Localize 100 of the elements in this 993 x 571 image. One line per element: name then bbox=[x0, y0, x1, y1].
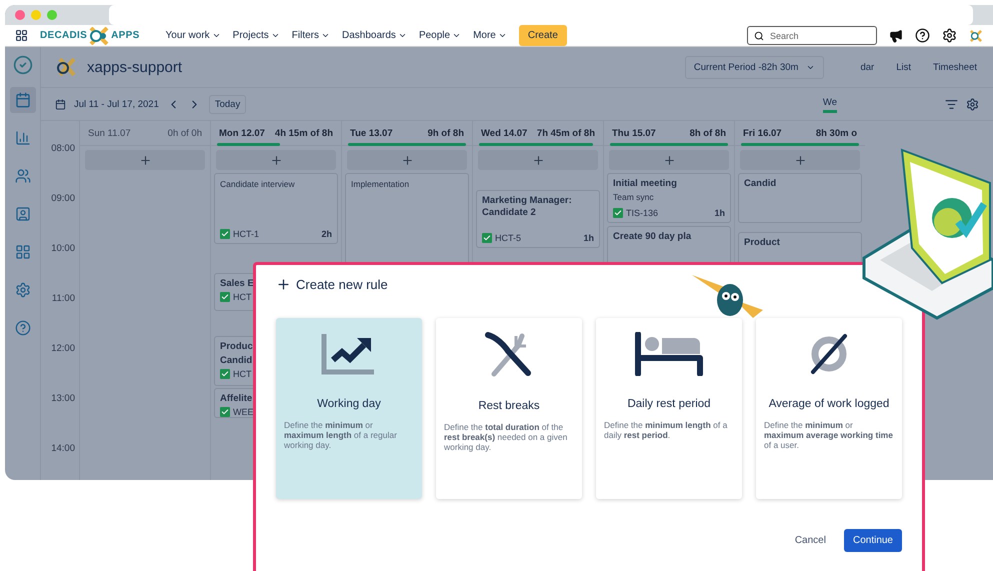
logo-icon[interactable] bbox=[969, 28, 983, 42]
today-button[interactable]: Today bbox=[208, 94, 246, 114]
issue-key: HCT bbox=[233, 292, 252, 302]
cancel-button[interactable]: Cancel bbox=[786, 529, 834, 552]
day-total: 9h of 8h bbox=[428, 128, 464, 138]
checkbox-icon bbox=[220, 292, 230, 302]
plus-icon bbox=[276, 277, 291, 292]
nav-menu-item[interactable]: Filters bbox=[292, 30, 330, 41]
rule-option-card[interactable]: Average of work logged Define the minimum or maximum average working time of a user. bbox=[756, 318, 902, 499]
rule-option-card[interactable]: Rest breaks Define the total duration of the rest break(s) needed on a given working day. bbox=[436, 318, 582, 499]
view-tab[interactable]: List bbox=[890, 62, 917, 72]
issue-key: WEE bbox=[233, 407, 254, 417]
issue-key: HCT bbox=[233, 368, 252, 378]
nav-menu-item[interactable]: More bbox=[473, 30, 507, 41]
megaphone-icon[interactable] bbox=[889, 28, 903, 42]
plus-icon bbox=[662, 154, 676, 166]
event-title: Implementation bbox=[351, 178, 410, 190]
grid-icon bbox=[14, 244, 30, 260]
logo-text: APPS bbox=[111, 30, 140, 41]
view-tab[interactable]: Timesheet bbox=[927, 62, 983, 72]
settings-icon[interactable] bbox=[942, 28, 957, 43]
day-total: 8h of 8h bbox=[690, 128, 726, 138]
rule-option-card[interactable]: Daily rest period Define the minimum length of a daily rest period. bbox=[596, 318, 742, 499]
checkbox-icon bbox=[220, 407, 230, 417]
time-label: 09:00 bbox=[50, 193, 76, 206]
nav-menu-item[interactable]: Dashboards bbox=[342, 30, 407, 41]
plus-icon bbox=[532, 154, 544, 166]
settings-icon bbox=[14, 282, 30, 298]
card-description: Define the minimum or maximum average working time of a user. bbox=[764, 420, 894, 450]
card-description: Define the minimum or maximum length of a regular working day. bbox=[284, 420, 398, 450]
day-label: Sun 11.07 bbox=[88, 128, 131, 138]
chevron-down-icon bbox=[452, 31, 462, 40]
card-title: Daily rest period bbox=[627, 398, 711, 410]
day-label: Fri 16.07 bbox=[743, 128, 782, 138]
event-card[interactable]: Marketing Manager: Candidate 2 HCT-5 1h bbox=[476, 190, 600, 248]
event-title: Sales E bbox=[220, 278, 254, 290]
week-tab[interactable]: We bbox=[822, 95, 837, 113]
nav-menu-item[interactable]: People bbox=[418, 30, 462, 41]
plus-icon bbox=[270, 154, 282, 166]
issue-key: HCT-1 bbox=[233, 229, 260, 239]
calendar-icon bbox=[14, 92, 30, 108]
time-label: 14:00 bbox=[50, 443, 76, 456]
event-title: Affelite bbox=[220, 393, 252, 405]
event-subtitle: Team sync bbox=[613, 192, 654, 202]
chevron-down-icon bbox=[270, 31, 280, 40]
chevron-down-icon bbox=[398, 31, 407, 40]
minimize-dot-icon bbox=[31, 10, 41, 20]
day-total: 8h 30m o bbox=[816, 128, 857, 138]
project-title: xapps-support bbox=[87, 58, 182, 76]
search-field[interactable]: Search bbox=[747, 26, 877, 45]
period-dropdown[interactable]: Current Period -82h 30m bbox=[684, 56, 824, 78]
search-icon bbox=[754, 31, 764, 41]
day-total: 0h of 0h bbox=[168, 128, 202, 138]
event-title: Candid bbox=[744, 178, 776, 190]
rule-option-card[interactable]: Working day Define the minimum or maximum length of a regular working day. bbox=[276, 318, 422, 499]
plus-icon bbox=[400, 154, 414, 166]
bar-chart-icon bbox=[14, 130, 30, 146]
card-title: Average of work logged bbox=[768, 398, 890, 410]
continue-button[interactable]: Continue bbox=[844, 529, 902, 552]
time-label: 13:00 bbox=[50, 393, 76, 406]
card-title: Rest breaks bbox=[478, 400, 540, 412]
event-card[interactable]: Candid bbox=[738, 173, 862, 223]
event-duration: 2h bbox=[321, 229, 332, 239]
event-card[interactable]: Initial meeting Team sync TIS-136 1h bbox=[607, 173, 731, 223]
checkbox-icon bbox=[482, 233, 492, 243]
event-title: Product bbox=[744, 236, 780, 248]
day-total: 4h 15m of 8h bbox=[274, 128, 333, 138]
app-grid-icon[interactable] bbox=[15, 29, 28, 42]
day-label: Thu 15.07 bbox=[612, 128, 656, 138]
event-card[interactable]: Candidate interview HCT-1 2h bbox=[214, 173, 338, 244]
day-label: Wed 14.07 bbox=[481, 128, 528, 138]
user-icon bbox=[14, 206, 30, 222]
day-total: 7h 45m of 8h bbox=[536, 128, 595, 138]
calendar-nav-button[interactable] bbox=[10, 87, 36, 113]
view-tab[interactable]: dar bbox=[854, 62, 880, 72]
dialog-title: Create new rule bbox=[296, 277, 388, 292]
calendar-icon bbox=[55, 98, 66, 110]
close-dot-icon bbox=[15, 10, 25, 20]
time-label: 12:00 bbox=[50, 343, 76, 356]
time-label: 08:00 bbox=[50, 143, 76, 156]
day-label: Mon 12.07 bbox=[219, 128, 265, 138]
checkbox-icon bbox=[220, 229, 230, 239]
chevron-down-icon bbox=[321, 31, 330, 40]
event-title: Produc bbox=[220, 340, 253, 352]
maximize-dot-icon bbox=[47, 10, 57, 20]
plus-icon bbox=[138, 154, 152, 166]
nav-menu-item[interactable]: Your work bbox=[166, 30, 221, 41]
knife-fork-icon bbox=[484, 332, 534, 378]
plus-icon bbox=[794, 154, 806, 166]
create-button[interactable]: Create bbox=[518, 25, 567, 46]
event-title: Candidate interview bbox=[220, 178, 295, 190]
filter-icon[interactable] bbox=[945, 98, 958, 110]
nav-menu-item[interactable]: Projects bbox=[232, 30, 280, 41]
help-icon bbox=[14, 320, 30, 336]
help-icon[interactable] bbox=[915, 28, 930, 43]
team-icon bbox=[14, 168, 30, 184]
card-description: Define the minimum length of a daily rest period. bbox=[604, 420, 728, 440]
time-label: 10:00 bbox=[50, 243, 76, 256]
project-logo-icon bbox=[55, 58, 77, 76]
event-title: Create 90 day pla bbox=[613, 230, 692, 242]
